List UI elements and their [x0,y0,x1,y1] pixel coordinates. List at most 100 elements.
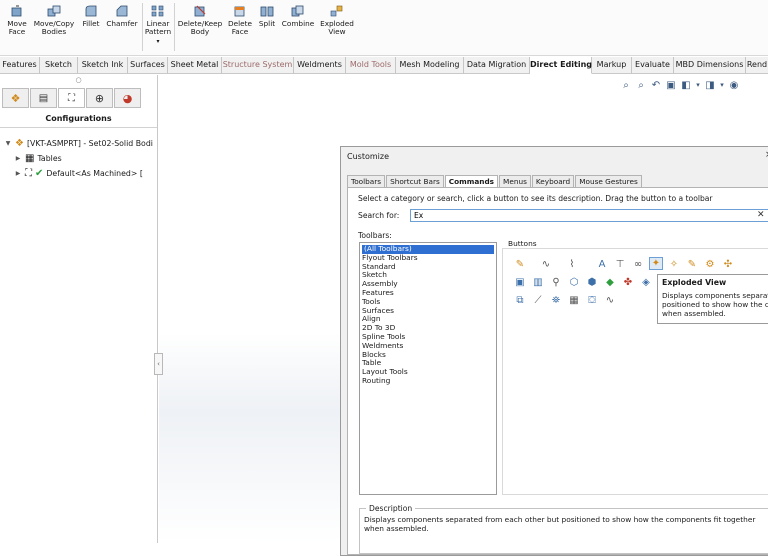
explode-step-icon[interactable]: ✧ [667,258,681,271]
chevron-down-icon[interactable]: ▾ [719,79,725,91]
configuration-manager-tab[interactable]: ⛶ [58,88,85,108]
explode-line-icon[interactable]: ⌇ [565,258,579,271]
tab-direct-editing[interactable]: Direct Editing [530,57,592,74]
exploded-view-button[interactable]: Exploded View [318,2,356,52]
interference-icon[interactable]: ✤ [621,276,635,289]
chamfer-icon [113,4,131,18]
feature-manager-tab[interactable]: ❖ [2,88,29,108]
component-icon[interactable]: ▣ [513,276,527,289]
chevron-down-icon[interactable]: ▾ [695,79,701,91]
explode-component-icon[interactable]: ◈ [639,276,653,289]
tables-icon: ▦ [25,153,35,164]
move-component-icon[interactable]: ⬢ [585,276,599,289]
exploded-view-icon[interactable]: ✦ [649,257,663,270]
panel-grip-handle[interactable]: ○ [0,75,157,85]
tab-mold-tools[interactable]: Mold Tools [346,57,396,74]
property-manager-tab[interactable]: ▤ [30,88,57,108]
tab-weldments[interactable]: Weldments [294,57,346,74]
tab-sheet-metal[interactable]: Sheet Metal [168,57,222,74]
display-manager-tab[interactable]: ◕ [114,88,141,108]
routing-icon[interactable]: ⛯ [549,294,563,307]
table-icon[interactable]: ▦ [567,294,581,307]
description-group: Description Displays components separate… [359,504,768,554]
tab-sketch[interactable]: Sketch [40,57,78,74]
tree-root-item[interactable]: ▼ ❖ [VKT-ASMPRT] - Set02-Solid Bodi [4,137,153,150]
split-button[interactable]: Split [256,2,278,52]
smart-mate-icon[interactable]: ✎ [513,258,527,271]
route-explode-icon[interactable]: ✣ [721,258,735,271]
tab-mesh-modeling[interactable]: Mesh Modeling [396,57,464,74]
sketch-line-icon[interactable]: ⟋ [531,294,545,307]
search-input[interactable] [410,209,768,222]
command-manager-tabs: Features Sketch Sketch Ink Surfaces Shee… [0,57,768,74]
toolbars-listbox[interactable]: (All Toolbars) Flyout Toolbars Standard … [359,242,497,495]
description-label: Description [366,504,416,513]
copy-component-icon[interactable]: ⧉ [513,294,527,307]
tab-toolbars[interactable]: Toolbars [347,175,386,187]
linear-pattern-button[interactable]: Linear Pattern ▾ [144,2,172,52]
collision-detection-icon[interactable]: ◆ [603,276,617,289]
zoom-to-fit-icon[interactable]: ⌕ [620,79,632,91]
tab-keyboard[interactable]: Keyboard [531,175,575,187]
tab-menus[interactable]: Menus [499,175,531,187]
tab-mbd-dimensions[interactable]: MBD Dimensions [674,57,746,74]
tab-structure-system[interactable]: Structure System [222,57,294,74]
expand-arrow-icon[interactable]: ▼ [4,140,12,147]
explode-sketch-icon[interactable]: ✎ [685,258,699,271]
previous-view-icon[interactable]: ↶ [650,79,662,91]
dimension-icon[interactable]: ⊤ [613,258,627,271]
dimxpert-manager-tab[interactable]: ⊕ [86,88,113,108]
expand-arrow-icon[interactable]: ▶ [14,155,22,162]
ribbon-separator [174,3,175,51]
assembly-feature-icon[interactable]: ⬡ [567,276,581,289]
panel-title: Configurations [45,114,112,123]
collapse-panel-handle[interactable]: ‹ [154,353,163,375]
smart-fastener-icon[interactable]: ⚲ [549,276,563,289]
move-copy-bodies-button[interactable]: Move/Copy Bodies [31,2,77,52]
curve-icon[interactable]: ∿ [603,294,617,307]
auto-explode-icon[interactable]: ⚙ [703,258,717,271]
tab-shortcut-bars[interactable]: Shortcut Bars [386,175,444,187]
assembly-part-icon: ❖ [15,138,24,149]
tab-sketch-ink[interactable]: Sketch Ink [78,57,128,74]
tab-data-migration[interactable]: Data Migration [464,57,530,74]
tooltip-title: Exploded View [662,278,727,287]
chamfer-button[interactable]: Chamfer [105,2,139,52]
text-icon[interactable]: A [595,258,609,271]
hide-show-items-icon[interactable]: ◉ [728,79,740,91]
combine-button[interactable]: Combine [280,2,316,52]
section-view-icon[interactable]: ▣ [665,79,677,91]
tab-markup[interactable]: Markup [592,57,632,74]
toolbars-label: Toolbars: [358,231,392,240]
delete-keep-body-button[interactable]: Delete/Keep Body [176,2,224,52]
display-style-icon[interactable]: ◨ [704,79,716,91]
spline-icon[interactable]: ∿ [539,258,553,271]
tab-render[interactable]: Rend [746,57,768,74]
tree-item-tables[interactable]: ▶ ▦ Tables [14,152,62,165]
tab-surfaces[interactable]: Surfaces [128,57,168,74]
tab-evaluate[interactable]: Evaluate [632,57,674,74]
list-item[interactable]: Routing [360,376,496,386]
zoom-to-area-icon[interactable]: ⌕ [635,79,647,91]
dialog-tabs: Toolbars Shortcut Bars Commands Menus Ke… [347,175,643,187]
chevron-down-icon[interactable]: ▾ [156,38,159,46]
expand-arrow-icon[interactable]: ▶ [14,170,22,177]
list-item[interactable]: Features [360,288,496,298]
explode-route-icon[interactable]: ⛋ [585,294,599,307]
tab-mouse-gestures[interactable]: Mouse Gestures [575,175,642,187]
tree-item-label: Tables [37,154,62,163]
combine-icon [289,4,307,18]
feature-manager-icon: ❖ [10,91,21,105]
move-face-button[interactable]: Move Face [3,2,31,52]
tab-commands[interactable]: Commands [444,175,499,187]
clear-search-icon[interactable]: ✕ [757,209,765,222]
insert-component-icon[interactable]: ▥ [531,276,545,289]
view-orientation-icon[interactable]: ◧ [680,79,692,91]
link-icon[interactable]: ∞ [631,258,645,271]
instruction-text: Select a category or search, click a but… [358,194,713,203]
tab-features[interactable]: Features [0,57,40,74]
fillet-button[interactable]: Fillet [80,2,102,52]
delete-face-button[interactable]: Delete Face [226,2,254,52]
dialog-body: Select a category or search, click a but… [347,187,768,555]
tree-item-default-config[interactable]: ▶ ⛶ ✔ Default<As Machined> [ [14,167,143,180]
